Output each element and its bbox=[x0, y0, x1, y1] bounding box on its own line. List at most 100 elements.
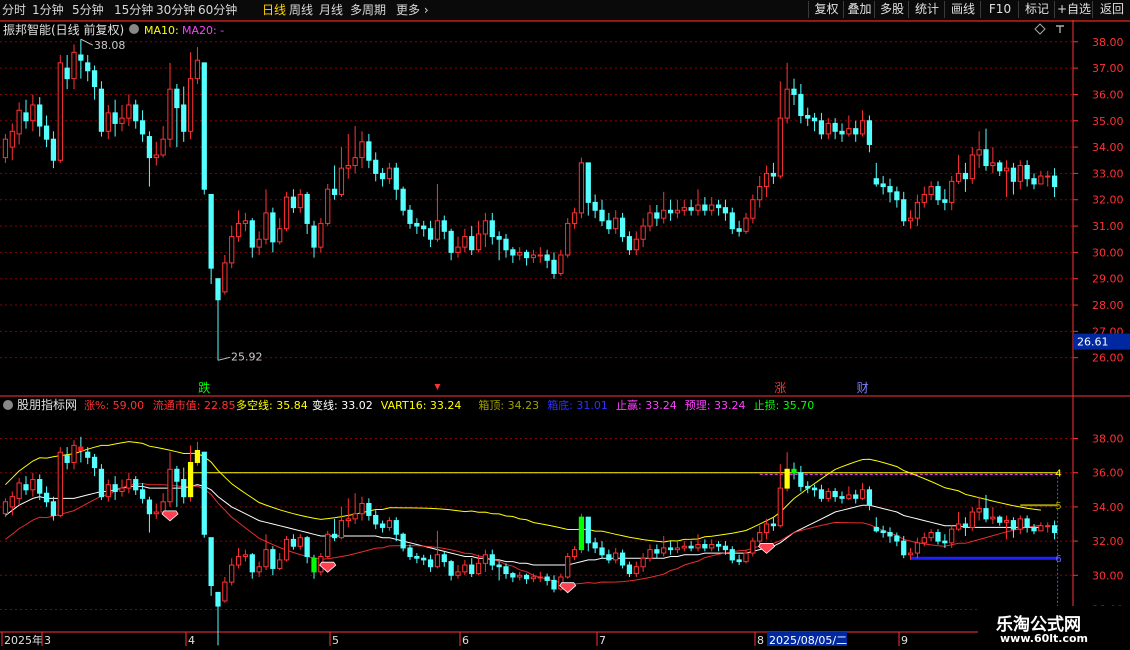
main-candle-body-74 bbox=[510, 249, 516, 256]
main-candle-body-100 bbox=[688, 207, 694, 211]
main-candle-body-67 bbox=[462, 236, 468, 248]
period-tab-9[interactable]: 多周期 bbox=[350, 2, 386, 18]
main-tick-label-6: 32.00 bbox=[1092, 194, 1124, 207]
sub-indicator-9: 止损: 35.70 bbox=[754, 398, 815, 412]
main-candle-body-90 bbox=[619, 217, 626, 238]
sub-candle-body-134 bbox=[921, 537, 927, 544]
main-candle-body-84 bbox=[578, 162, 585, 214]
time-label-0: 2025年 bbox=[4, 633, 43, 647]
main-candle-body-95 bbox=[654, 212, 660, 219]
main-candle-body-147 bbox=[1010, 167, 1017, 182]
toolbar-button-5[interactable]: F10 bbox=[980, 1, 1019, 18]
main-candle-body-146 bbox=[1003, 167, 1010, 172]
main-candle-body-79 bbox=[544, 254, 550, 261]
main-tick-label-7: 33.00 bbox=[1092, 167, 1124, 180]
main-candle-body-131 bbox=[901, 199, 907, 222]
main-candle-body-20 bbox=[139, 120, 146, 135]
sub-candle-body-118 bbox=[811, 487, 818, 491]
sub-candle-body-146 bbox=[1003, 520, 1010, 523]
sub-candle-body-21 bbox=[146, 499, 153, 515]
main-candle-body-134 bbox=[921, 193, 927, 203]
main-candle-body-86 bbox=[592, 201, 598, 211]
main-candle-body-3 bbox=[23, 112, 29, 122]
sub-candle-body-5 bbox=[37, 479, 43, 494]
toolbar-button-2[interactable]: 多股 bbox=[874, 1, 909, 18]
sub-candle-body-45 bbox=[311, 557, 317, 573]
period-tab-6[interactable]: 日线 bbox=[262, 2, 286, 18]
main-candle-body-89 bbox=[613, 217, 619, 230]
sub-candle-body-71 bbox=[489, 554, 495, 566]
main-candle-body-105 bbox=[722, 207, 729, 214]
sub-candle-body-100 bbox=[688, 545, 694, 549]
sub-candle-body-131 bbox=[901, 540, 907, 556]
period-tab-1[interactable]: 1分钟 bbox=[32, 2, 64, 18]
sub-candle-body-36 bbox=[249, 554, 255, 573]
main-candle-body-72 bbox=[496, 236, 502, 240]
main-candle-body-66 bbox=[455, 246, 461, 253]
period-tab-10[interactable]: 更多 › bbox=[396, 2, 429, 18]
toolbar-button-6[interactable]: 标记 bbox=[1018, 1, 1055, 18]
sub-candle-body-72 bbox=[496, 564, 502, 568]
period-tab-0[interactable]: 分时 bbox=[2, 2, 26, 18]
sub-candle-body-125 bbox=[859, 489, 866, 499]
main-candle-body-137 bbox=[942, 199, 948, 203]
sub-tick-label-1: 30.00 bbox=[1092, 569, 1124, 582]
sub-candle-body-98 bbox=[674, 547, 681, 551]
period-tab-5[interactable]: 60分钟 bbox=[198, 2, 237, 18]
sub-candle-body-54 bbox=[373, 514, 379, 525]
main-candle-body-118 bbox=[811, 117, 818, 122]
main-candle-body-36 bbox=[249, 220, 255, 248]
main-candle-body-104 bbox=[715, 204, 722, 209]
period-tab-3[interactable]: 15分钟 bbox=[114, 2, 153, 18]
main-candle-body-54 bbox=[373, 159, 379, 174]
main-candle-body-145 bbox=[997, 162, 1003, 172]
toolbar-button-8[interactable]: 返回 bbox=[1092, 1, 1130, 18]
sub-candle-body-96 bbox=[661, 547, 667, 554]
toolbar-button-0[interactable]: 复权 bbox=[808, 1, 844, 18]
main-candle-body-31 bbox=[215, 278, 221, 301]
sub-candle-body-26 bbox=[181, 479, 187, 498]
main-candle-body-87 bbox=[599, 209, 605, 222]
main-candle-body-149 bbox=[1024, 165, 1030, 180]
sub-candle-body-83 bbox=[571, 549, 578, 557]
toolbar-button-7[interactable]: +自选 bbox=[1054, 1, 1093, 18]
sub-candle-body-127 bbox=[873, 526, 879, 532]
sub-candle-body-24 bbox=[167, 468, 173, 503]
sub-candle-body-70 bbox=[482, 554, 489, 564]
sub-indicator-6: 箱底: 31.01 bbox=[547, 398, 608, 412]
sub-candle-body-113 bbox=[777, 487, 783, 527]
sub-candle-body-130 bbox=[894, 535, 900, 542]
sub-candle-body-52 bbox=[359, 502, 365, 515]
period-tab-4[interactable]: 30分钟 bbox=[156, 2, 195, 18]
sub-candle-body-10 bbox=[71, 444, 77, 463]
sub-candle-body-31 bbox=[215, 591, 221, 607]
main-candle-body-11 bbox=[78, 54, 84, 61]
main-candle-body-43 bbox=[297, 193, 303, 209]
period-tab-8[interactable]: 月线 bbox=[319, 2, 343, 18]
main-candle-body-92 bbox=[633, 238, 639, 251]
toolbar-button-3[interactable]: 统计 bbox=[908, 1, 945, 18]
main-candle-body-60 bbox=[414, 222, 420, 227]
main-tick-label-3: 29.00 bbox=[1092, 273, 1124, 286]
sub-candle-body-152 bbox=[1045, 525, 1051, 528]
period-tab-7[interactable]: 周线 bbox=[289, 2, 313, 18]
sub-candle-body-19 bbox=[133, 479, 139, 491]
main-candle-body-125 bbox=[859, 120, 866, 135]
main-candle-body-142 bbox=[976, 149, 982, 156]
toolbar-button-4[interactable]: 画线 bbox=[944, 1, 981, 18]
sub-candle-body-56 bbox=[386, 520, 393, 528]
sub-candle-body-20 bbox=[139, 489, 146, 499]
main-candle-body-5 bbox=[37, 104, 43, 127]
main-candle-body-75 bbox=[517, 251, 523, 256]
toolbar-button-1[interactable]: 叠加 bbox=[843, 1, 875, 18]
sub-candle-body-82 bbox=[565, 555, 571, 578]
event-marker-2: 涨 bbox=[774, 380, 786, 395]
main-indicator-ma20: MA20: - bbox=[182, 24, 224, 37]
sub-candle-body-121 bbox=[832, 491, 838, 498]
main-candle-body-124 bbox=[853, 128, 859, 135]
time-label-4: 6 bbox=[462, 634, 469, 647]
period-tab-2[interactable]: 5分钟 bbox=[72, 2, 104, 18]
main-tick-label-12: 38.00 bbox=[1092, 36, 1124, 49]
sub-candle-body-102 bbox=[702, 544, 708, 549]
sub-candle-body-150 bbox=[1031, 526, 1037, 532]
